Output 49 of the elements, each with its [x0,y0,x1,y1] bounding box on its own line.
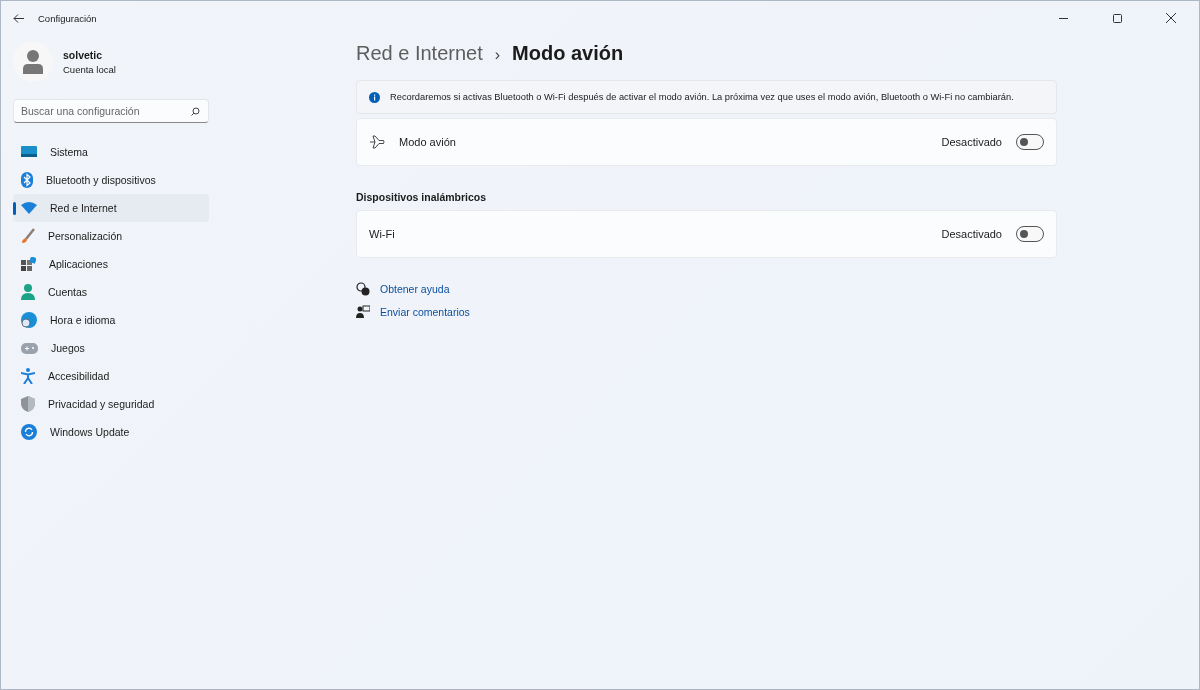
bluetooth-icon [21,172,33,188]
nav-item[interactable]: Personalización [13,222,209,250]
nav-item[interactable]: Bluetooth y dispositivos [13,166,209,194]
nav-item[interactable]: Sistema [13,138,209,166]
page-title: Modo avión [512,42,624,65]
info-icon [369,91,380,103]
shield-icon [21,396,35,412]
toggle-switch[interactable] [1016,226,1044,242]
gamepad-icon [21,342,38,354]
nav-item[interactable]: Red e Internet [13,194,209,222]
help-link[interactable]: Enviar comentarios [380,306,470,318]
user-name: solvetic [63,49,104,61]
wifi-icon [21,202,37,214]
nav-item[interactable]: Hora e idioma [13,306,209,334]
accessibility-icon [21,368,35,384]
info-text: Recordaremos si activas Bluetooth o Wi-Fi después de activar el modo avión. La próxima vez que uses el modo avión, Bluetooth o Wi-Fi no cambiarán. [390,92,1014,102]
nav-item[interactable]: Windows Update [13,418,209,446]
apps-icon [21,256,36,272]
breadcrumb-link[interactable]: Red e Internet [356,42,483,65]
nav-item[interactable]: Aplicaciones [13,250,209,278]
feedback-icon [356,305,370,319]
search-field[interactable]: Buscar una configuración [13,99,209,123]
monitor-icon [21,145,37,159]
minimize-icon[interactable] [1058,17,1068,19]
back-arrow-icon[interactable] [13,13,24,23]
close-icon[interactable] [1166,13,1176,23]
nav-item[interactable]: Privacidad y seguridad [13,390,209,418]
breadcrumb-separator: › [494,46,501,64]
toggle-switch[interactable] [1016,134,1044,150]
nav-item[interactable]: Juegos [13,334,209,362]
nav-item[interactable]: Cuentas [13,278,209,306]
help-link[interactable]: Obtener ayuda [380,283,450,295]
window-title: Configuración [38,12,97,24]
nav-item[interactable]: Accesibilidad [13,362,209,390]
search-icon [191,107,200,116]
maximize-icon[interactable] [1112,13,1122,23]
update-icon [21,424,37,440]
setting-label: Modo avión [399,136,456,148]
account-type: Cuenta local [63,64,116,75]
section-heading: Dispositivos inalámbricos [356,191,488,203]
setting-label: Wi-Fi [369,228,395,240]
help-icon [356,282,370,296]
person-silhouette-icon [23,50,43,74]
airplane-icon [369,134,385,150]
person-icon [21,284,35,300]
status-text: Desactivado [941,136,1002,148]
status-text: Desactivado [941,228,1002,240]
brush-icon [21,228,35,244]
globe-clock-icon [21,312,37,328]
